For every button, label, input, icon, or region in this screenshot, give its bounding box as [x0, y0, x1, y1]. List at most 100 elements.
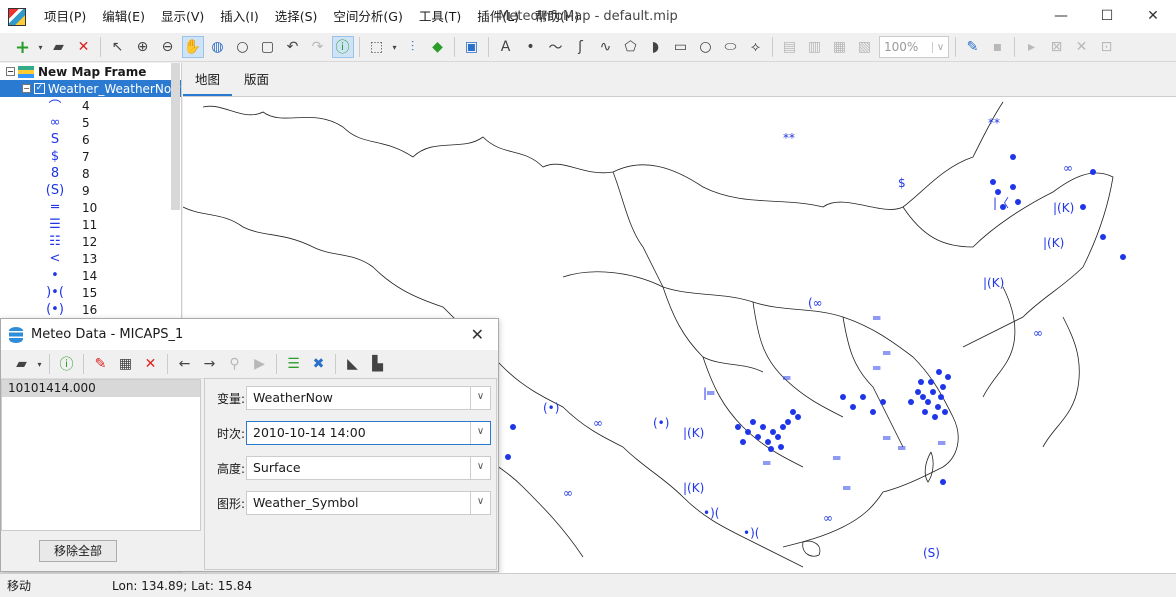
measure-icon[interactable]: ⫶: [402, 36, 424, 58]
magnifier-icon[interactable]: ○: [232, 36, 254, 58]
polygon-tool-icon[interactable]: ⬠: [620, 36, 642, 58]
data-file-item[interactable]: 10101414.000: [2, 380, 200, 397]
data-info-icon[interactable]: ⓘ: [56, 353, 78, 375]
select-pointer-icon[interactable]: ↖: [107, 36, 129, 58]
next-time-icon[interactable]: →: [199, 353, 221, 375]
dropdown-icon[interactable]: ▾: [36, 353, 44, 375]
legend-item[interactable]: (•) 16: [0, 301, 181, 318]
play-icon[interactable]: ▶: [249, 353, 271, 375]
graphic-select[interactable]: Weather_Symbol ∨: [246, 491, 491, 515]
layer-node-weather[interactable]: − ✓ Weather_WeatherNow: [0, 80, 181, 97]
page-copy-icon[interactable]: ▥: [804, 36, 826, 58]
remove-data-icon[interactable]: ✕: [140, 353, 162, 375]
point-tool-icon[interactable]: •: [520, 36, 542, 58]
zoom-rect-icon[interactable]: ▢: [257, 36, 279, 58]
area-chart-icon[interactable]: ◣: [342, 353, 364, 375]
pan-hand-icon[interactable]: ✋: [181, 36, 204, 58]
zoom-combo[interactable]: 100% ∨: [879, 36, 949, 58]
remove-layer-icon[interactable]: ✕: [73, 36, 95, 58]
legend-item[interactable]: 88: [0, 165, 181, 182]
dialog-close-icon[interactable]: ✕: [471, 325, 484, 344]
legend-item[interactable]: ☰ 11: [0, 216, 181, 233]
label-tag-icon[interactable]: ◆: [427, 36, 449, 58]
open-folder-icon[interactable]: ▰: [48, 36, 70, 58]
circle-tool-icon[interactable]: ○: [695, 36, 717, 58]
legend-item[interactable]: $7: [0, 148, 181, 165]
close-button[interactable]: ✕: [1130, 0, 1176, 33]
page-paste-icon[interactable]: ▦: [829, 36, 851, 58]
animation-icon[interactable]: ⚲: [224, 353, 246, 375]
text-tool-icon[interactable]: A: [495, 36, 517, 58]
legend-item[interactable]: ⌒ 4: [0, 97, 181, 116]
layer-visible-checkbox[interactable]: ✓: [33, 83, 45, 94]
add-feature-icon[interactable]: ⊠: [1046, 36, 1068, 58]
legend-item[interactable]: <13: [0, 250, 181, 267]
delete-feature-icon[interactable]: ✕: [1071, 36, 1093, 58]
map-frame-node[interactable]: − New Map Frame: [0, 63, 181, 80]
legend-item[interactable]: ═ 10: [0, 199, 181, 216]
maximize-button[interactable]: ☐: [1084, 0, 1130, 33]
collapse-toggle-icon[interactable]: −: [6, 67, 15, 76]
tab-map[interactable]: 地图: [183, 68, 233, 96]
undo-icon[interactable]: ↶: [282, 36, 304, 58]
open-data-icon[interactable]: ▰: [11, 353, 33, 375]
fit-page-icon[interactable]: ▧: [854, 36, 876, 58]
redo-icon[interactable]: ↷: [307, 36, 329, 58]
polyline-tool-icon[interactable]: 〜: [545, 36, 567, 58]
legend-item[interactable]: S6: [0, 131, 181, 148]
menu-help[interactable]: 帮助(H): [527, 0, 587, 33]
dropdown-icon[interactable]: ▾: [37, 36, 45, 58]
tree-scrollbar[interactable]: [171, 63, 180, 210]
time-select[interactable]: 2010-10-14 14:00 ∨: [246, 421, 491, 445]
edit-arrow-icon[interactable]: ▸: [1021, 36, 1043, 58]
level-select[interactable]: Surface ∨: [246, 456, 491, 480]
zoom-in-icon[interactable]: ⊕: [132, 36, 154, 58]
ellipse-tool-icon[interactable]: ⬭: [720, 36, 742, 58]
legend-item[interactable]: ☷ 12: [0, 233, 181, 250]
menu-spatial-analysis[interactable]: 空间分析(G): [325, 0, 410, 33]
legend-item[interactable]: (S) 9: [0, 182, 181, 199]
legend-symbol-icon: ⌒: [48, 100, 62, 115]
freehand-tool-icon[interactable]: ʃ: [570, 36, 592, 58]
split-feature-icon[interactable]: ⊡: [1096, 36, 1118, 58]
menu-plugins[interactable]: 插件(L): [469, 0, 527, 33]
minimize-button[interactable]: —: [1038, 0, 1084, 33]
edit-vertices-icon[interactable]: ⟡: [745, 36, 767, 58]
dropdown-icon[interactable]: ▾: [391, 36, 399, 58]
identify-icon[interactable]: ⓘ: [331, 36, 354, 58]
tab-layout[interactable]: 版面: [232, 68, 281, 96]
select-features-icon[interactable]: ⬚: [366, 36, 388, 58]
curve-polygon-tool-icon[interactable]: ◗: [645, 36, 667, 58]
menu-edit[interactable]: 编辑(E): [94, 0, 153, 33]
variable-row: 变量:: [205, 386, 245, 410]
menu-project[interactable]: 项目(P): [36, 0, 94, 33]
rectangle-tool-icon[interactable]: ▭: [670, 36, 692, 58]
full-extent-globe-icon[interactable]: ◍: [207, 36, 229, 58]
legend-item[interactable]: • 14: [0, 267, 181, 284]
page-setup-icon[interactable]: ▤: [779, 36, 801, 58]
remove-all-button[interactable]: 移除全部: [39, 540, 117, 562]
table-icon[interactable]: ▦: [115, 353, 137, 375]
dialog-title-bar: Meteo Data - MICAPS_1 ✕: [1, 319, 498, 350]
variable-select[interactable]: WeatherNow ∨: [246, 386, 491, 410]
menu-view[interactable]: 显示(V): [153, 0, 212, 33]
menu-select[interactable]: 选择(S): [267, 0, 326, 33]
menu-insert[interactable]: 插入(I): [212, 0, 266, 33]
draw-icon[interactable]: ✎: [90, 353, 112, 375]
legend-item[interactable]: ∞ 5: [0, 114, 181, 131]
menu-tools[interactable]: 工具(T): [411, 0, 469, 33]
picture-icon[interactable]: ▣: [461, 36, 483, 58]
legend-item[interactable]: )•(15: [0, 284, 181, 301]
dialog-toolbar: ▰ ▾ ⓘ ✎ ▦ ✕ ← → ⚲ ▶ ☰ ✖ ◣ ▙: [1, 350, 498, 379]
list-icon[interactable]: ☰: [283, 353, 305, 375]
previous-time-icon[interactable]: ←: [174, 353, 196, 375]
collapse-toggle-icon[interactable]: −: [22, 84, 31, 93]
bar-chart-icon[interactable]: ▙: [367, 353, 389, 375]
zoom-out-icon[interactable]: ⊖: [157, 36, 179, 58]
add-layer-icon[interactable]: +: [12, 36, 34, 58]
svg-text:|〈: |〈: [993, 196, 1009, 210]
curve-tool-icon[interactable]: ∿: [595, 36, 617, 58]
settings-tools-icon[interactable]: ✖: [308, 353, 330, 375]
edit-pencil-icon[interactable]: ✎: [962, 36, 984, 58]
save-edits-icon[interactable]: ▪: [987, 36, 1009, 58]
